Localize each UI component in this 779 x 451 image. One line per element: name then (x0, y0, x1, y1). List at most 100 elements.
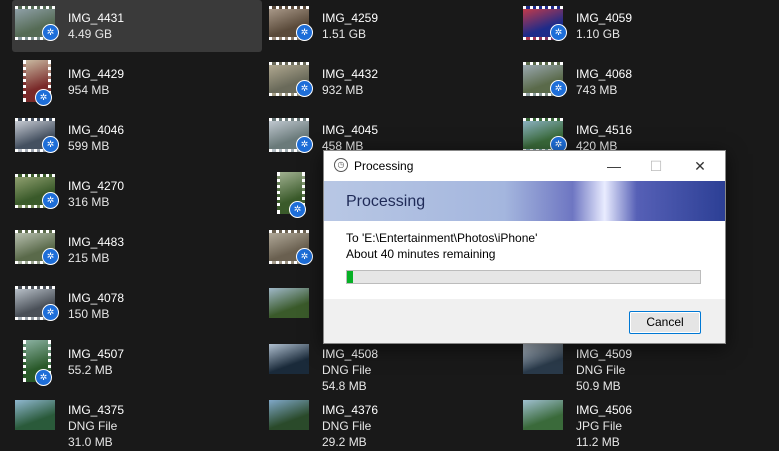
video-thumbnail: ✲ (15, 174, 59, 209)
video-thumbnail: ✲ (15, 118, 59, 153)
video-thumbnail: ✲ (277, 172, 306, 218)
file-name: IMG_4509 (576, 347, 633, 361)
file-meta: IMG_4431 4.49 GB (68, 10, 124, 42)
file-item[interactable]: ✲ IMG_4429 954 MB (12, 56, 262, 108)
file-name: IMG_4259 (322, 11, 379, 25)
file-name: IMG_4059 (576, 11, 633, 25)
file-name: IMG_4508 (322, 347, 379, 361)
file-name: IMG_4270 (68, 179, 125, 193)
file-name: IMG_4068 (576, 67, 633, 81)
video-badge-icon: ✲ (42, 304, 59, 321)
file-detail: 31.0 MB (68, 435, 113, 449)
file-detail: DNG File (322, 363, 372, 377)
file-detail: 1.10 GB (576, 27, 621, 41)
file-detail: JPG File (576, 419, 623, 433)
file-item[interactable]: ✲ IMG_4507 55.2 MB (12, 336, 262, 388)
file-item[interactable]: IMG_4375 DNG File 31.0 MB (12, 392, 262, 449)
video-thumbnail: ✲ (523, 118, 567, 153)
file-name: IMG_4507 (68, 347, 125, 361)
file-meta: IMG_4059 1.10 GB (576, 10, 632, 42)
file-name: IMG_4506 (576, 403, 633, 417)
file-detail: 29.2 MB (322, 435, 367, 449)
file-detail: DNG File (576, 363, 626, 377)
dialog-heading: Processing (346, 193, 426, 210)
photo-thumbnail (269, 400, 309, 430)
file-meta: IMG_4432 932 MB (322, 66, 378, 98)
video-badge-icon: ✲ (550, 80, 567, 97)
video-thumbnail: ✲ (15, 6, 59, 41)
file-item[interactable]: IMG_4376 DNG File 29.2 MB (266, 392, 516, 449)
photo-thumbnail (523, 344, 563, 374)
file-item[interactable]: ✲ IMG_4432 932 MB (266, 56, 516, 108)
file-meta: IMG_4259 1.51 GB (322, 10, 378, 42)
minimize-button[interactable]: — (600, 155, 628, 177)
destination-text: To 'E:\Entertainment\Photos\iPhone' (346, 231, 538, 245)
cancel-button[interactable]: Cancel (629, 311, 701, 334)
file-detail: DNG File (322, 419, 372, 433)
file-item[interactable]: ✲ IMG_4431 4.49 GB (12, 0, 262, 52)
processing-dialog: ◷ Processing — ☐ ✕ Processing To 'E:\Ent… (323, 150, 726, 344)
file-meta: IMG_4508 DNG File 54.8 MB (322, 346, 378, 394)
photo-thumbnail (269, 344, 309, 374)
dialog-banner: Processing (324, 181, 725, 221)
file-meta: IMG_4506 JPG File 11.2 MB (576, 402, 632, 450)
file-meta: IMG_4270 316 MB (68, 178, 124, 210)
file-detail: 55.2 MB (68, 363, 113, 377)
video-thumbnail: ✲ (523, 6, 567, 41)
file-name: IMG_4431 (68, 11, 125, 25)
file-item[interactable]: ✲ IMG_4059 1.10 GB (520, 0, 770, 52)
video-thumbnail: ✲ (23, 340, 52, 386)
file-detail: 4.49 GB (68, 27, 113, 41)
file-item[interactable]: ✲ IMG_4078 150 MB (12, 280, 262, 332)
video-badge-icon: ✲ (296, 24, 313, 41)
video-badge-icon: ✲ (42, 192, 59, 209)
video-thumbnail: ✲ (269, 230, 313, 265)
file-item[interactable]: ✲ IMG_4046 599 MB (12, 112, 262, 164)
video-thumbnail: ✲ (15, 286, 59, 321)
dialog-titlebar[interactable]: ◷ Processing — ☐ ✕ (324, 151, 725, 181)
video-thumbnail: ✲ (269, 62, 313, 97)
file-meta: IMG_4068 743 MB (576, 66, 632, 98)
file-name: IMG_4376 (322, 403, 379, 417)
file-item[interactable]: ✲ IMG_4259 1.51 GB (266, 0, 516, 52)
file-meta: IMG_4078 150 MB (68, 290, 124, 322)
file-name: IMG_4483 (68, 235, 125, 249)
file-item[interactable]: ✲ IMG_4068 743 MB (520, 56, 770, 108)
video-badge-icon: ✲ (42, 248, 59, 265)
dialog-body: To 'E:\Entertainment\Photos\iPhone' Abou… (324, 221, 725, 299)
time-remaining-text: About 40 minutes remaining (346, 247, 496, 261)
video-badge-icon: ✲ (296, 80, 313, 97)
file-detail: 316 MB (68, 195, 110, 209)
file-meta: IMG_4483 215 MB (68, 234, 124, 266)
file-item[interactable]: IMG_4506 JPG File 11.2 MB (520, 392, 770, 449)
maximize-button[interactable]: ☐ (642, 155, 670, 177)
photo-thumbnail (523, 400, 563, 430)
file-detail: 599 MB (68, 139, 110, 153)
file-detail: 215 MB (68, 251, 110, 265)
clock-icon: ◷ (334, 158, 348, 172)
close-button[interactable]: ✕ (686, 155, 714, 177)
file-meta: IMG_4429 954 MB (68, 66, 124, 98)
video-badge-icon: ✲ (35, 369, 52, 386)
video-badge-icon: ✲ (42, 136, 59, 153)
file-name: IMG_4046 (68, 123, 125, 137)
file-meta: IMG_4376 DNG File 29.2 MB (322, 402, 378, 450)
file-detail: 743 MB (576, 83, 618, 97)
video-badge-icon: ✲ (296, 248, 313, 265)
video-badge-icon: ✲ (35, 89, 52, 106)
video-thumbnail: ✲ (269, 6, 313, 41)
file-item[interactable]: ✲ IMG_4483 215 MB (12, 224, 262, 276)
dialog-title: Processing (354, 159, 414, 173)
file-detail: 1.51 GB (322, 27, 367, 41)
file-meta: IMG_4375 DNG File 31.0 MB (68, 402, 124, 450)
file-detail: DNG File (68, 419, 118, 433)
file-name: IMG_4432 (322, 67, 379, 81)
progress-fill (347, 271, 354, 283)
file-item[interactable]: ✲ IMG_4270 316 MB (12, 168, 262, 220)
file-detail: 932 MB (322, 83, 364, 97)
progress-bar (346, 270, 701, 284)
file-detail: 150 MB (68, 307, 110, 321)
file-name: IMG_4045 (322, 123, 379, 137)
video-badge-icon: ✲ (550, 24, 567, 41)
file-meta: IMG_4046 599 MB (68, 122, 124, 154)
